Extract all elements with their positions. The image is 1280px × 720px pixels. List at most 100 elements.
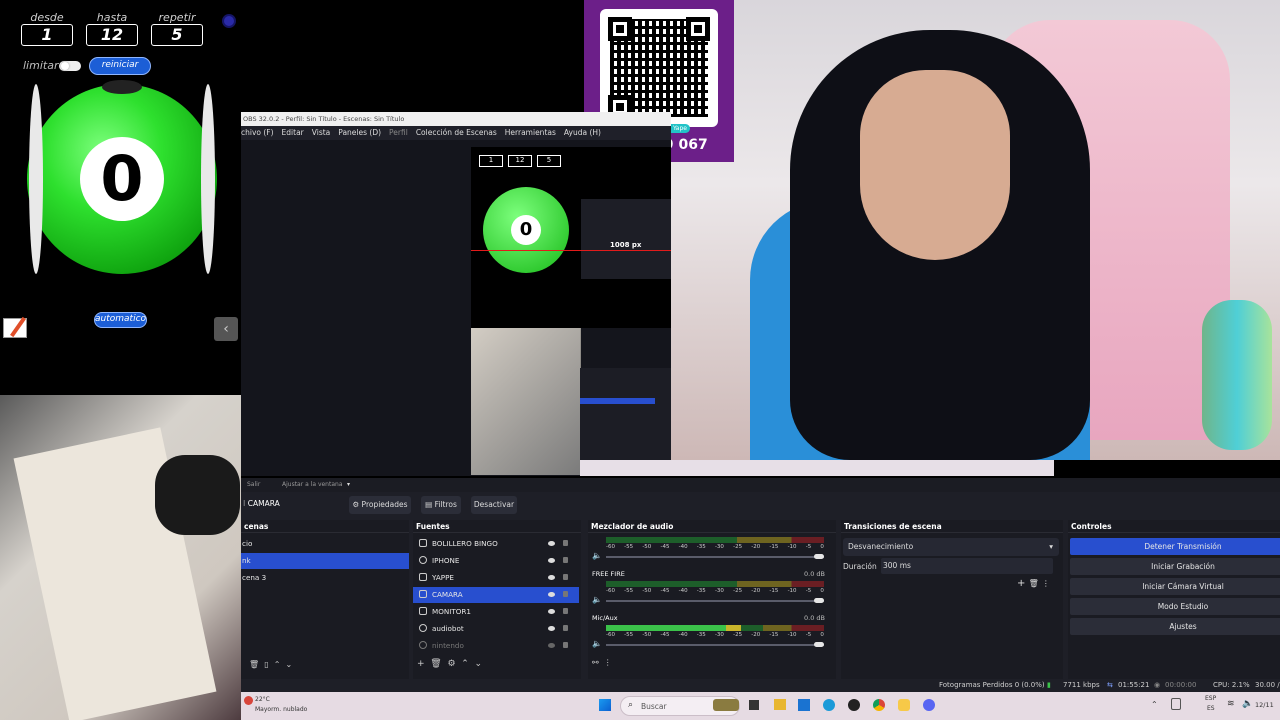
app-icon[interactable] [898, 699, 910, 711]
copy-icon[interactable]: ▯ [264, 660, 268, 669]
visibility-eye-icon[interactable] [548, 575, 555, 580]
tray-icon[interactable] [1171, 698, 1181, 710]
lock-icon[interactable] [563, 574, 568, 580]
mini-desk-camera-2 [471, 328, 580, 475]
transitions-header: Transiciones de escena [841, 520, 1063, 533]
mini-taskbar [580, 460, 1054, 476]
more-icon[interactable]: ⋮ [1042, 579, 1050, 588]
from-input[interactable]: 1 [21, 24, 73, 46]
visibility-eye-icon[interactable] [548, 626, 555, 631]
properties-button[interactable]: ⚙ Propiedades [349, 496, 411, 514]
weather-icon[interactable] [244, 696, 253, 705]
channel-level: 0.0 dB [804, 570, 825, 578]
folder-icon[interactable] [774, 699, 786, 710]
volume-slider[interactable] [606, 554, 824, 559]
obs-icon[interactable] [848, 699, 860, 711]
mixer-meter [606, 537, 824, 543]
task-view-icon[interactable] [749, 700, 759, 710]
lang-secondary[interactable]: ES [1207, 705, 1215, 712]
volume-slider[interactable] [606, 598, 824, 603]
gear-icon[interactable]: ⚙ [447, 659, 455, 669]
lock-icon[interactable] [563, 608, 568, 614]
start-virtual-camera-button[interactable]: Iniciar Cámara Virtual [1070, 578, 1280, 595]
link-icon[interactable]: ⚯ [592, 658, 599, 667]
scene-item[interactable]: cena 3 [241, 570, 409, 586]
studio-mode-button[interactable]: Modo Estudio [1070, 598, 1280, 615]
scene-item[interactable]: cio [241, 536, 409, 552]
menu-edit[interactable]: Editar [282, 126, 304, 140]
clock[interactable]: 12/11 [1255, 701, 1274, 709]
tick: -20 [751, 544, 761, 550]
duration-input[interactable]: 300 ms [881, 558, 1053, 574]
move-down-icon[interactable]: ⌄ [286, 660, 293, 669]
mini-to: 12 [508, 155, 532, 167]
visibility-eye-icon[interactable] [548, 609, 555, 614]
menu-scene-collection[interactable]: Colección de Escenas [416, 126, 497, 140]
add-icon[interactable]: + [1017, 578, 1025, 589]
scene-item-selected[interactable]: nk [241, 553, 409, 569]
outlook-icon[interactable] [798, 699, 810, 711]
move-down-icon[interactable]: ⌄ [475, 659, 483, 669]
settings-button[interactable]: Ajustes [1070, 618, 1280, 635]
record-dot-icon[interactable] [222, 14, 236, 28]
limit-toggle[interactable] [59, 61, 81, 71]
hidden-eye-icon[interactable] [548, 643, 555, 648]
chrome-icon[interactable] [873, 699, 885, 711]
widget-app-icon[interactable] [713, 699, 739, 711]
reset-button[interactable]: reiniciar [89, 57, 151, 75]
visibility-eye-icon[interactable] [548, 558, 555, 563]
menu-file[interactable]: chivo (F) [241, 126, 274, 140]
trash-icon[interactable]: 🗑 [1029, 579, 1039, 588]
menu-tools[interactable]: Herramientas [505, 126, 556, 140]
to-input[interactable]: 12 [86, 24, 138, 46]
add-icon[interactable]: + [417, 659, 425, 669]
speaker-icon[interactable]: 🔈 [592, 551, 602, 560]
lock-icon[interactable] [563, 540, 568, 546]
filters-button[interactable]: ▤ Filtros [421, 496, 461, 514]
move-up-icon[interactable]: ⌃ [274, 660, 281, 669]
volume-slider[interactable] [606, 642, 824, 647]
speaker-icon[interactable]: 🔈 [592, 639, 602, 648]
wifi-icon[interactable]: ≋ [1227, 699, 1235, 709]
volume-icon[interactable]: 🔈 [1242, 699, 1253, 709]
discord-icon[interactable] [923, 699, 935, 711]
visibility-eye-icon[interactable] [548, 541, 555, 546]
volume-knob[interactable] [814, 642, 824, 647]
tick: -60 [606, 544, 615, 550]
windows-start-icon[interactable] [599, 699, 611, 711]
lock-icon[interactable] [563, 591, 568, 597]
deactivate-button[interactable]: Desactivar [471, 496, 517, 514]
volume-knob[interactable] [814, 598, 824, 603]
move-up-icon[interactable]: ⌃ [461, 659, 469, 669]
properties-label: Propiedades [361, 500, 408, 509]
chevron-down-icon[interactable]: ▾ [347, 478, 350, 492]
trash-icon[interactable]: 🗑 [249, 660, 259, 669]
menu-profile[interactable]: Perfil [389, 126, 408, 140]
menu-docks[interactable]: Paneles (D) [338, 126, 381, 140]
volume-knob[interactable] [814, 554, 824, 559]
speaker-icon[interactable]: 🔈 [592, 595, 602, 604]
chevron-left-icon[interactable]: ‹ [214, 317, 238, 341]
tray-chevron-up-icon[interactable]: ⌃ [1151, 700, 1158, 709]
repeat-input[interactable]: 5 [151, 24, 203, 46]
edge-icon[interactable] [823, 699, 835, 711]
start-recording-button[interactable]: Iniciar Grabación [1070, 558, 1280, 575]
auto-button[interactable]: automatico [94, 312, 147, 328]
obs-dock: Salir Ajustar a la ventana ▾ ⁝ CAMARA ⚙ … [241, 478, 1280, 692]
capture-icon [419, 556, 427, 564]
lock-icon[interactable] [563, 557, 568, 563]
trash-icon[interactable]: 🗑 [430, 659, 441, 669]
more-icon[interactable]: ⋮ [604, 658, 612, 667]
fit-window-dropdown[interactable]: Ajustar a la ventana [282, 478, 343, 492]
visibility-eye-icon[interactable] [548, 592, 555, 597]
measure-line [471, 250, 671, 251]
lock-icon[interactable] [563, 625, 568, 631]
stop-streaming-button[interactable]: Detener Transmisión [1070, 538, 1280, 555]
menu-help[interactable]: Ayuda (H) [564, 126, 601, 140]
transition-select[interactable]: Desvanecimiento ▾ [843, 538, 1059, 556]
lang-primary[interactable]: ESP [1205, 695, 1216, 702]
menu-view[interactable]: Vista [312, 126, 331, 140]
exit-label[interactable]: Salir [247, 478, 260, 492]
lock-icon[interactable] [563, 642, 568, 648]
notepad-icon[interactable] [3, 316, 27, 338]
